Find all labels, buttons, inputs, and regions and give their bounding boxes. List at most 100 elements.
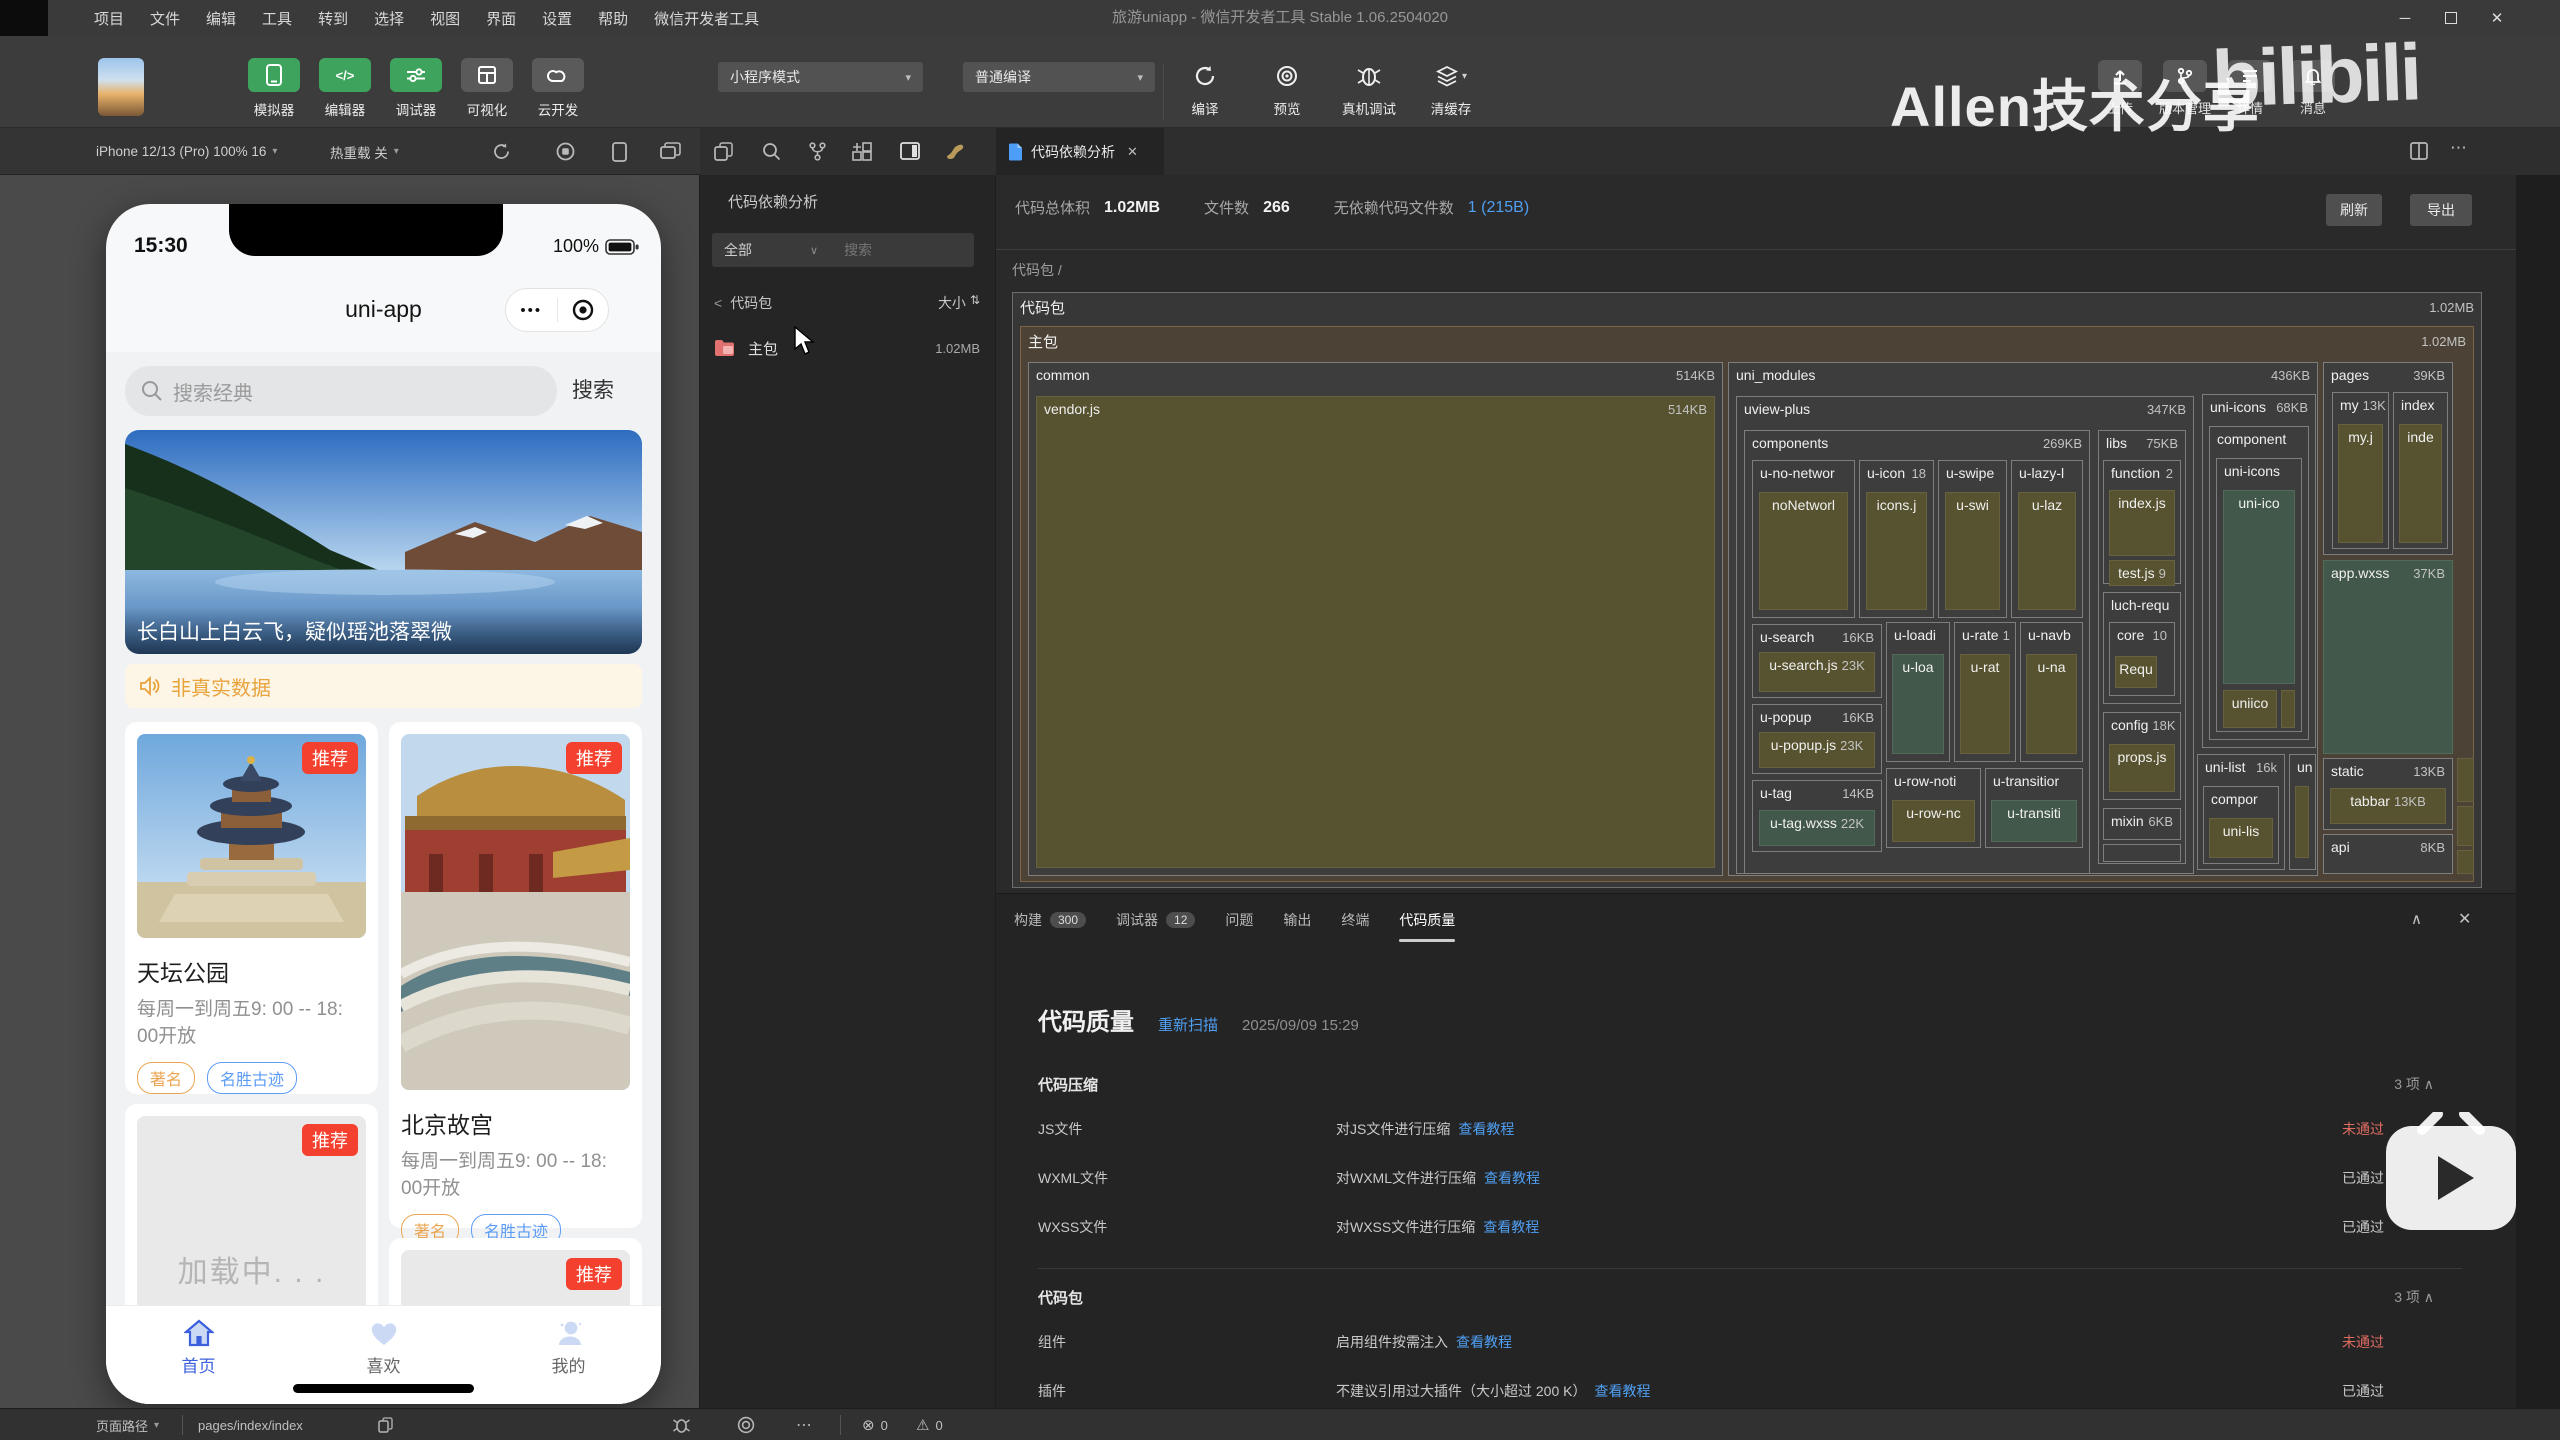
attraction-card[interactable]: 推荐 天坛公园 每周一到周五9: 00 -- 18: 00开放 著名 名胜古迹	[125, 722, 378, 1094]
simulator-toggle[interactable]: 模拟器	[246, 58, 302, 119]
menu-item[interactable]: 视图	[430, 8, 460, 29]
treemap-node-icons.j[interactable]: icons.j	[1866, 492, 1927, 610]
treemap-node-noNetworl[interactable]: noNetworl	[1759, 492, 1848, 610]
treemap-node-u-tag.wxss[interactable]: u-tag.wxss22K	[1759, 810, 1875, 846]
treemap-node-tabbar[interactable]: tabbar13KB	[2330, 788, 2446, 824]
menu-item[interactable]: 选择	[374, 8, 404, 29]
more-icon[interactable]: •••	[506, 302, 557, 319]
menu-item[interactable]: 工具	[262, 8, 292, 29]
menu-item[interactable]: 文件	[150, 8, 180, 29]
project-avatar[interactable]	[98, 58, 144, 116]
section-collapse[interactable]: 3 项 ∧	[2394, 1074, 2434, 1094]
extensions-icon[interactable]	[852, 142, 872, 162]
console-tab[interactable]: 代码质量	[1399, 894, 1455, 946]
collapse-panel-icon[interactable]: ∧	[2411, 910, 2422, 928]
treemap-node-uniico[interactable]: uniico	[2223, 690, 2277, 728]
search-input[interactable]: 搜索经典	[125, 366, 557, 416]
treemap-node-vendor.js[interactable]: vendor.js514KB	[1036, 396, 1715, 868]
compile-mode-select[interactable]: 普通编译 ▾	[963, 62, 1155, 92]
filter-select[interactable]: 全部	[724, 240, 752, 260]
treemap-node-unnamed[interactable]	[2295, 786, 2309, 858]
device-frame-icon[interactable]	[612, 142, 627, 162]
treemap-node-u-loa[interactable]: u-loa	[1892, 654, 1944, 754]
rescan-link[interactable]: 重新扫描	[1158, 1014, 1218, 1035]
tutorial-link[interactable]: 查看教程	[1458, 1121, 1514, 1137]
fork-icon[interactable]	[808, 142, 827, 161]
section-collapse[interactable]: 3 项 ∧	[2394, 1287, 2434, 1307]
treemap-node-u-row-nc[interactable]: u-row-nc	[1892, 800, 1975, 842]
no-dependency-files-link[interactable]: 1 (215B)	[1468, 199, 1529, 217]
treemap-node-uni-ico[interactable]: uni-ico	[2223, 490, 2295, 684]
record-icon[interactable]	[556, 142, 575, 161]
theme-brush-icon[interactable]	[944, 142, 964, 160]
upload-button[interactable]: 上传	[2096, 60, 2144, 117]
visualization-toggle[interactable]: 可视化	[459, 58, 515, 119]
device-select[interactable]: iPhone 12/13 (Pro) 100% 16 ▾	[96, 128, 277, 175]
treemap-node-unnamed[interactable]	[2281, 690, 2295, 728]
treemap-node-u-popup.js[interactable]: u-popup.js23K	[1759, 732, 1875, 768]
maximize-button[interactable]	[2428, 0, 2474, 36]
console-tab[interactable]: 终端	[1341, 894, 1369, 946]
treemap-node-index.js[interactable]: index.js	[2109, 490, 2175, 556]
treemap-node-mixin[interactable]: mixin6KB	[2103, 808, 2181, 840]
console-tab[interactable]: 构建300	[1014, 894, 1086, 946]
treemap-node-api[interactable]: api8KB	[2323, 834, 2453, 874]
compile-button[interactable]: 编译	[1176, 60, 1234, 118]
notice-bar[interactable]: 非真实数据	[125, 664, 642, 708]
export-button[interactable]: 导出	[2410, 194, 2472, 226]
filter-bar[interactable]: 全部 ∨ 搜索	[712, 233, 974, 267]
tutorial-link[interactable]: 查看教程	[1483, 1219, 1539, 1235]
treemap-node-u-na[interactable]: u-na	[2026, 654, 2077, 754]
clear-cache-button[interactable]: ▾ 清缓存	[1422, 60, 1480, 118]
menu-item[interactable]: 帮助	[598, 8, 628, 29]
refresh-button[interactable]: 刷新	[2326, 194, 2382, 226]
menu-item[interactable]: 项目	[94, 8, 124, 29]
treemap-node-unnamed[interactable]	[2103, 844, 2181, 862]
treemap-node-my.j[interactable]: my.j	[2338, 424, 2383, 543]
search-icon[interactable]	[762, 142, 781, 161]
treemap-node-uni-lis[interactable]: uni-lis	[2209, 818, 2273, 858]
treemap-node-u-search.js[interactable]: u-search.js23K	[1759, 652, 1875, 692]
details-button[interactable]: 详情	[2226, 60, 2274, 117]
banner-image[interactable]: 长白山上白云飞，疑似瑶池落翠微	[125, 430, 642, 654]
compare-icon[interactable]	[714, 142, 733, 161]
messages-button[interactable]: 消息	[2289, 60, 2337, 117]
mode-select[interactable]: 小程序模式 ▾	[718, 62, 923, 92]
hot-reload-select[interactable]: 热重载 关 ▾	[330, 128, 399, 175]
close-target-icon[interactable]	[558, 299, 609, 321]
cloud-dev-toggle[interactable]: 云开发	[530, 58, 586, 119]
attraction-card[interactable]: 推荐 北京故宫 每周一到周五9: 00 -- 18: 00开放 著名 名胜古迹	[389, 722, 642, 1228]
minimize-button[interactable]: ─	[2382, 0, 2428, 36]
treemap-breadcrumb[interactable]: 代码包 /	[1012, 260, 1062, 280]
remote-debug-button[interactable]: 真机调试	[1340, 60, 1398, 118]
menu-item[interactable]: 转到	[318, 8, 348, 29]
tab-mine[interactable]: 我的	[476, 1306, 661, 1404]
close-tab-icon[interactable]: ✕	[1127, 144, 1138, 160]
console-tab[interactable]: 输出	[1283, 894, 1311, 946]
console-tab[interactable]: 问题	[1225, 894, 1253, 946]
more-icon[interactable]: ⋯	[796, 1409, 812, 1440]
tutorial-link[interactable]: 查看教程	[1484, 1170, 1540, 1186]
more-icon[interactable]: ⋯	[2450, 138, 2467, 158]
close-panel-icon[interactable]: ✕	[2458, 909, 2471, 929]
search-placeholder[interactable]: 搜索	[844, 240, 872, 260]
tab-home[interactable]: 首页	[106, 1306, 291, 1404]
bug-icon[interactable]	[672, 1409, 691, 1440]
treemap-node-u-rat[interactable]: u-rat	[1960, 654, 2010, 754]
treemap-node-props.js[interactable]: props.js	[2109, 744, 2175, 792]
miniprogram-capsule[interactable]: •••	[505, 288, 609, 332]
treemap-node-unnamed[interactable]	[2457, 758, 2474, 802]
tutorial-link[interactable]: 查看教程	[1594, 1383, 1650, 1399]
search-button[interactable]: 搜索	[572, 374, 614, 404]
close-button[interactable]: ✕	[2474, 0, 2520, 36]
tutorial-link[interactable]: 查看教程	[1456, 1334, 1512, 1350]
sort-control[interactable]: 大小⇅	[938, 293, 980, 313]
console-tab[interactable]: 调试器12	[1116, 894, 1195, 946]
treemap-node-u-transiti[interactable]: u-transiti	[1991, 800, 2077, 842]
multi-window-icon[interactable]	[660, 142, 681, 160]
package-list-item[interactable]: 主包 1.02MB	[714, 331, 980, 365]
back-icon[interactable]: <	[714, 295, 722, 311]
error-counter[interactable]: ⊗ 0	[862, 1409, 888, 1440]
preview-button[interactable]: 预览	[1258, 60, 1316, 118]
treemap-node-u-swi[interactable]: u-swi	[1945, 492, 2000, 610]
